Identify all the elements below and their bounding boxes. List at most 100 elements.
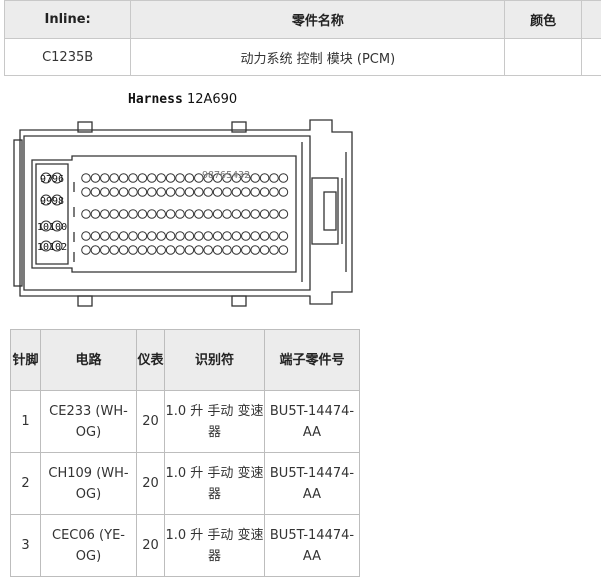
harness-caption: Harness 12A690 xyxy=(128,92,237,107)
pin-cavity xyxy=(250,231,260,241)
circuit: CEC06 (YE-OG) xyxy=(40,514,137,577)
pin-cavity xyxy=(184,231,195,241)
pin-cavity xyxy=(241,231,251,241)
pin-cavity xyxy=(203,209,213,219)
pin-cavity xyxy=(118,209,129,219)
pin-cavity xyxy=(128,231,138,241)
pin-cavity xyxy=(278,231,289,241)
pin-cavity xyxy=(269,231,279,241)
pin-cavity xyxy=(128,209,138,219)
pin-cavity xyxy=(250,209,260,219)
identifier: 1.0 升 手动 变速器 xyxy=(164,514,265,577)
pin-cavity xyxy=(203,187,213,197)
table-row: 1 CE233 (WH-OG) 20 1.0 升 手动 变速器 BU5T-144… xyxy=(10,390,360,453)
pin-cavity xyxy=(156,209,166,219)
pin-cavity xyxy=(100,245,110,255)
pin-cavity xyxy=(137,209,148,219)
cell-part-name: 动力系统 控制 模块 (PCM) xyxy=(130,38,506,76)
pin-cavity xyxy=(165,231,176,241)
pin-cavity xyxy=(100,209,110,219)
header-circuit: 电路 xyxy=(40,329,137,391)
pin-cavity xyxy=(90,187,101,197)
pin-cavity xyxy=(212,245,223,255)
pin-cavity xyxy=(147,245,157,255)
pin-cavity xyxy=(259,173,270,183)
pin-cavity xyxy=(184,209,195,219)
pin-cavity xyxy=(128,245,138,255)
pin-cavity xyxy=(156,245,166,255)
pin-cavity xyxy=(175,245,185,255)
pin-cavity xyxy=(241,187,251,197)
pin-cavity xyxy=(212,187,223,197)
pin-cavity xyxy=(109,231,119,241)
table-row: 3 CEC06 (YE-OG) 20 1.0 升 手动 变速器 BU5T-144… xyxy=(10,514,360,577)
header-inline: Inline: xyxy=(3,0,132,39)
identifier: 1.0 升 手动 变速器 xyxy=(164,452,265,515)
terminal-part-number: BU5T-14474-AA xyxy=(264,452,360,515)
harness-prefix: Harness xyxy=(128,92,183,107)
pin-cavity xyxy=(259,231,270,241)
pin-cavity xyxy=(81,209,91,219)
cell-inline: C1235B xyxy=(3,38,132,76)
pin-cavity xyxy=(269,245,279,255)
pin-cavity xyxy=(118,187,129,197)
pin-cavity xyxy=(100,173,110,183)
pin-cavity xyxy=(118,231,129,241)
pin-cavity xyxy=(212,209,223,219)
pin-cavity xyxy=(194,245,204,255)
pin-cavity xyxy=(118,173,129,183)
pin-cavity xyxy=(194,187,204,197)
pin-cavity xyxy=(194,231,204,241)
pin-cavity xyxy=(269,187,279,197)
pin-cavity xyxy=(278,209,289,219)
pin-cavity xyxy=(175,187,185,197)
pin-cavity xyxy=(259,187,270,197)
pin-cavity xyxy=(81,173,91,183)
pin-cavity xyxy=(90,245,101,255)
pin-cavity xyxy=(109,209,119,219)
pin-cavity xyxy=(269,209,279,219)
pin-cavity xyxy=(184,173,195,183)
pin-cavity xyxy=(147,173,157,183)
pin-cavity xyxy=(231,231,242,241)
pin-cavity xyxy=(203,245,213,255)
pin-cavity xyxy=(128,173,138,183)
harness-code: 12A690 xyxy=(186,92,238,107)
row-label-1: 9796 xyxy=(40,174,64,185)
pin-cavity xyxy=(109,187,119,197)
row-label-4: 10102 xyxy=(37,242,67,253)
pin-cavity xyxy=(175,209,185,219)
pin-table: 针脚 电路 仪表 识别符 端子零件号 1 CE233 (WH-OG) 20 1.… xyxy=(10,329,360,577)
pin-cavity xyxy=(278,187,289,197)
header-pin: 针脚 xyxy=(10,329,41,391)
pin-cavity xyxy=(222,245,232,255)
info-data-row: C1235B 动力系统 控制 模块 (PCM) xyxy=(3,38,601,76)
gauge: 20 xyxy=(136,452,165,515)
circuit: CE233 (WH-OG) xyxy=(40,390,137,453)
pin-cavity xyxy=(175,173,185,183)
terminal-part-number: BU5T-14474-AA xyxy=(264,514,360,577)
pin-cavity xyxy=(231,209,242,219)
cell-extra xyxy=(580,38,601,76)
pin-cavity xyxy=(203,231,213,241)
pin-cavity xyxy=(90,173,101,183)
pin-cavity xyxy=(269,173,279,183)
connector-diagram: 9796 9998 10100 10102 98765432 xyxy=(13,119,353,307)
terminal-part-number: BU5T-14474-AA xyxy=(264,390,360,453)
pin-cavity xyxy=(128,187,138,197)
pin-cavity xyxy=(90,231,101,241)
pin-cavity xyxy=(109,173,119,183)
pin-cavity xyxy=(90,209,101,219)
pin-cavity xyxy=(156,231,166,241)
pin-cavity xyxy=(241,209,251,219)
inline-info-table: Inline: 零件名称 颜色 C1235B 动力系统 控制 模块 (PCM) xyxy=(3,0,601,76)
header-gauge: 仪表 xyxy=(136,329,165,391)
pin-cavity xyxy=(259,245,270,255)
pin-cavity xyxy=(137,187,148,197)
pin-cavity xyxy=(81,245,91,255)
header-terminal: 端子零件号 xyxy=(264,329,360,391)
pin-cavity xyxy=(241,245,251,255)
pin-cavity xyxy=(137,173,148,183)
header-identifier: 识别符 xyxy=(164,329,265,391)
pin-cavity xyxy=(81,231,91,241)
